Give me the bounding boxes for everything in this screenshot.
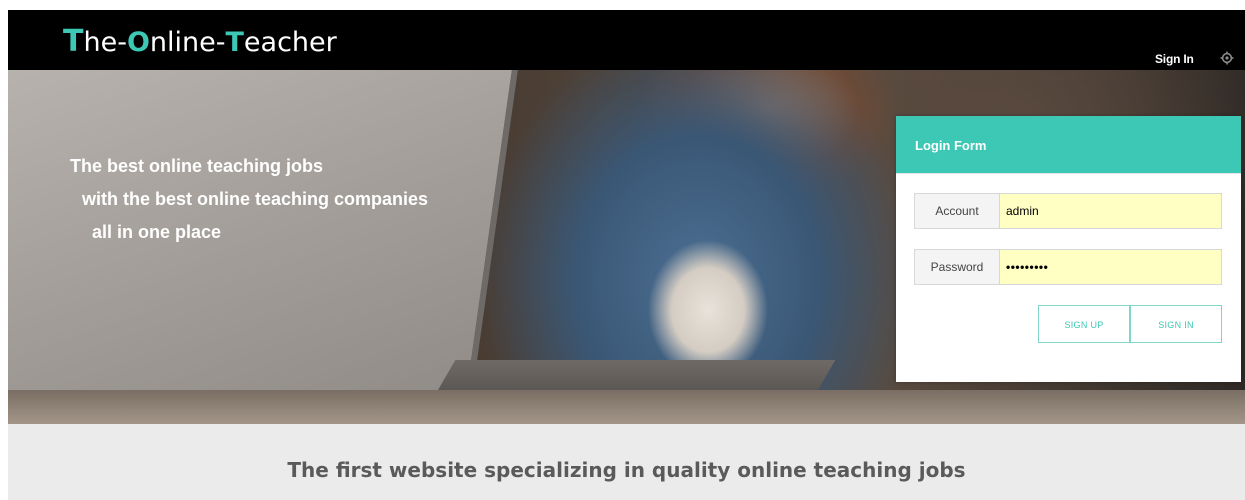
hero-line-2: with the best online teaching companies <box>82 189 429 209</box>
logo-text-he: he- <box>83 27 127 58</box>
password-label: Password <box>915 250 1000 284</box>
account-label: Account <box>915 194 1000 228</box>
top-navbar: The-Online-Teacher Sign In <box>8 10 1245 70</box>
login-form: Login Form Account Password SIGN UP SIGN… <box>896 116 1241 382</box>
logo-initial-o: O <box>126 27 150 58</box>
site-logo[interactable]: The-Online-Teacher <box>63 24 337 60</box>
hero-line-1: The best online teaching jobs <box>70 156 324 176</box>
password-field-group: Password <box>914 249 1222 285</box>
logo-initial-t2: T <box>225 27 244 58</box>
login-form-header: Login Form <box>896 116 1241 173</box>
hero-table-graphic <box>8 390 1245 424</box>
nav-sign-in-link[interactable]: Sign In <box>1155 52 1194 66</box>
hero-laptop-graphic <box>8 70 520 420</box>
logo-text-eacher: eacher <box>243 27 337 58</box>
hero-line-3: all in one place <box>92 222 222 242</box>
account-field-group: Account <box>914 193 1222 229</box>
sign-up-button[interactable]: SIGN UP <box>1038 305 1130 343</box>
logo-text-nline: nline- <box>149 27 226 58</box>
account-input[interactable] <box>1000 194 1221 228</box>
login-form-divider <box>896 173 1241 174</box>
gear-icon[interactable] <box>1220 51 1234 65</box>
logo-initial-t: T <box>63 24 84 59</box>
tagline-band: The first website specializing in qualit… <box>8 424 1245 500</box>
tagline-heading: The first website specializing in qualit… <box>287 458 966 482</box>
login-form-title: Login Form <box>915 138 987 153</box>
sign-in-button[interactable]: SIGN IN <box>1130 305 1222 343</box>
password-input[interactable] <box>1000 250 1221 284</box>
